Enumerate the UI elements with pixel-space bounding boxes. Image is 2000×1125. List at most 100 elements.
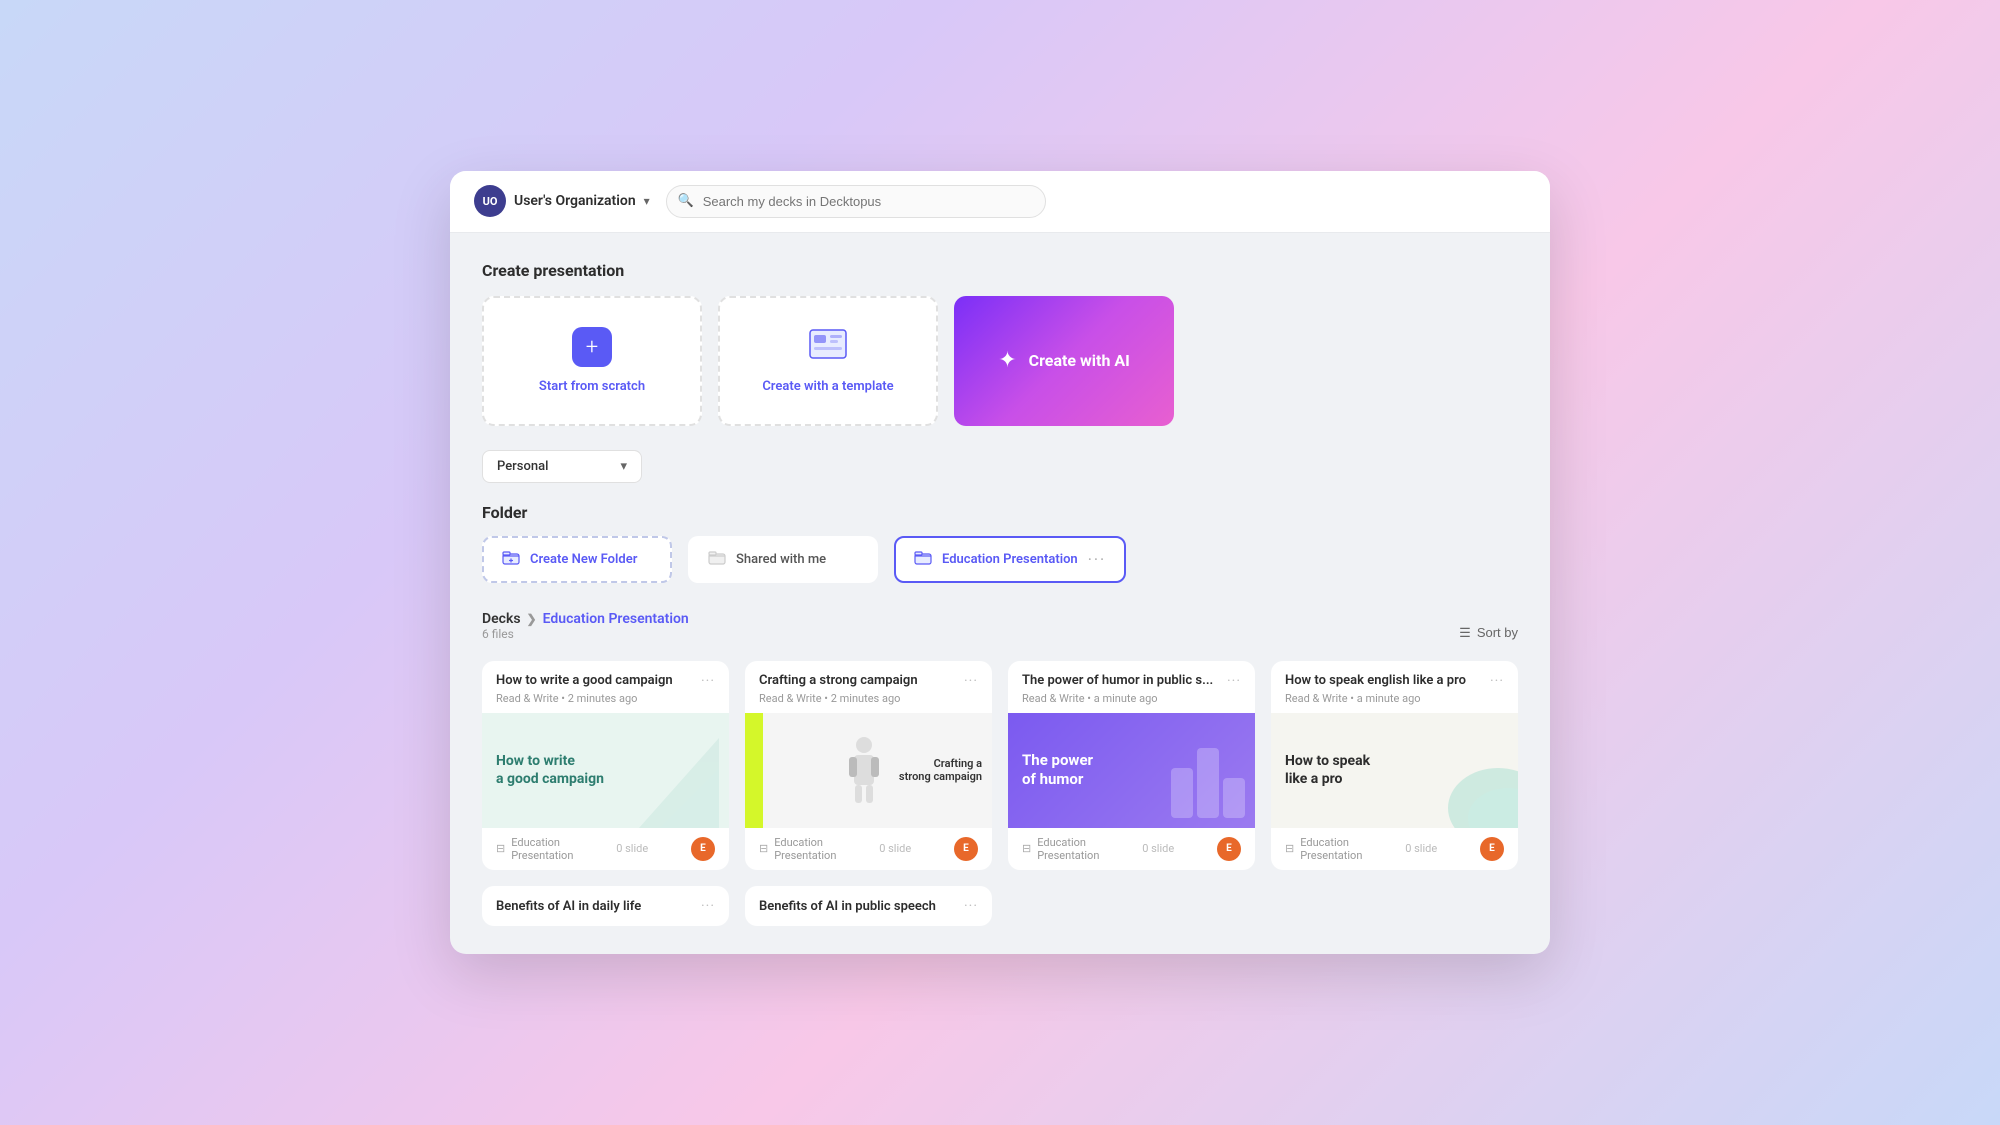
breadcrumb-arrow-icon: ❯ — [527, 612, 537, 626]
deck-4-thumb-text: How to speaklike a pro — [1285, 752, 1370, 788]
folder-plus-icon — [502, 550, 520, 569]
thumb-2-content: Crafting astrong campaign — [839, 735, 982, 805]
deck-grid: How to write a good campaign Read & Writ… — [482, 661, 1518, 870]
deck-3-folder: EducationPresentation — [1037, 836, 1099, 862]
deck-3-thumbnail: The powerof humor — [1008, 713, 1255, 828]
folder-menu-icon[interactable]: ··· — [1088, 550, 1107, 569]
create-new-folder-card[interactable]: Create New Folder — [482, 536, 672, 583]
plus-icon: + — [572, 327, 612, 367]
start-from-scratch-card[interactable]: + Start from scratch — [482, 296, 702, 426]
deck-4-more-icon[interactable]: ··· — [1490, 673, 1504, 689]
search-bar: 🔍 — [666, 185, 1046, 218]
decks-header: Decks ❯ Education Presentation 6 files ☰… — [482, 611, 1518, 655]
deck-card-3-header: The power of humor in public s... Read &… — [1008, 661, 1255, 713]
breadcrumb: Decks ❯ Education Presentation 6 files — [482, 611, 689, 655]
deck-card-3[interactable]: The power of humor in public s... Read &… — [1008, 661, 1255, 870]
deck-2-meta: Read & Write • 2 minutes ago — [759, 692, 918, 705]
education-presentation-folder[interactable]: Education Presentation ··· — [894, 536, 1126, 583]
org-avatar: UO — [474, 185, 506, 217]
file-count: 6 files — [482, 627, 689, 641]
folder-cards: Create New Folder Shared with me — [482, 536, 1518, 583]
decks-breadcrumb: Decks ❯ Education Presentation — [482, 611, 689, 627]
deck-card-2[interactable]: Crafting a strong campaign Read & Write … — [745, 661, 992, 870]
deck-2-avatar: E — [954, 837, 978, 861]
deck-3-more-icon[interactable]: ··· — [1227, 673, 1241, 689]
spacer — [1008, 886, 1255, 926]
deck-card-2-header: Crafting a strong campaign Read & Write … — [745, 661, 992, 713]
deck-folder-icon: ⊟ — [496, 842, 505, 855]
spacer2 — [1271, 886, 1518, 926]
thumb-2-figure — [839, 735, 889, 805]
education-folder-icon — [914, 550, 932, 569]
deck-4-avatar: E — [1480, 837, 1504, 861]
ai-label: Create with AI — [1029, 351, 1130, 370]
deck-2-slides: 0 slide — [879, 842, 911, 855]
thumb-2-bar — [745, 713, 763, 828]
thumb-3-shapes — [1171, 748, 1245, 818]
deck-3-slides: 0 slide — [1142, 842, 1174, 855]
org-name: User's Organization — [514, 193, 636, 209]
deck-5-title: Benefits of AI in daily life — [496, 899, 641, 914]
deck-1-folder: EducationPresentation — [511, 836, 573, 862]
chevron-down-icon: ▾ — [644, 194, 650, 208]
thumb-4-shape — [1428, 748, 1518, 828]
org-selector[interactable]: UO User's Organization ▾ — [474, 185, 650, 217]
create-cards: + Start from scratch Create with a templ… — [482, 296, 1518, 426]
deck-1-title: How to write a good campaign — [496, 673, 673, 690]
dropdown-chevron-icon: ▾ — [620, 459, 627, 474]
deck-2-more-icon[interactable]: ··· — [964, 673, 978, 689]
dropdown-value: Personal — [497, 459, 548, 474]
deck-4-folder: EducationPresentation — [1300, 836, 1362, 862]
deck-3-folder-info: ⊟ EducationPresentation — [1022, 836, 1099, 862]
shared-with-me-card[interactable]: Shared with me — [688, 536, 878, 583]
deck-3-meta: Read & Write • a minute ago — [1022, 692, 1213, 705]
breadcrumb-main: Decks — [482, 611, 521, 627]
sort-icon: ☰ — [1459, 625, 1471, 641]
deck-4-meta: Read & Write • a minute ago — [1285, 692, 1466, 705]
search-icon: 🔍 — [678, 194, 694, 209]
deck-2-folder-icon: ⊟ — [759, 842, 768, 855]
deck-1-more-icon[interactable]: ··· — [701, 673, 715, 689]
create-folder-label: Create New Folder — [530, 552, 637, 567]
search-input[interactable] — [666, 185, 1046, 218]
deck-4-folder-icon: ⊟ — [1285, 842, 1294, 855]
main-content: Create presentation + Start from scratch — [450, 233, 1550, 954]
deck-1-folder-info: ⊟ EducationPresentation — [496, 836, 573, 862]
deck-3-avatar: E — [1217, 837, 1241, 861]
deck-1-meta: Read & Write • 2 minutes ago — [496, 692, 673, 705]
deck-card-1[interactable]: How to write a good campaign Read & Writ… — [482, 661, 729, 870]
deck-4-slides: 0 slide — [1405, 842, 1437, 855]
deck-2-folder-info: ⊟ EducationPresentation — [759, 836, 836, 862]
deck-card-6[interactable]: Benefits of AI in public speech ··· — [745, 886, 992, 926]
deck-4-folder-info: ⊟ EducationPresentation — [1285, 836, 1362, 862]
app-window: UO User's Organization ▾ 🔍 Create presen… — [450, 171, 1550, 954]
create-with-template-card[interactable]: Create with a template — [718, 296, 938, 426]
deck-card-5[interactable]: Benefits of AI in daily life ··· — [482, 886, 729, 926]
bottom-decks: Benefits of AI in daily life ··· Benefit… — [482, 886, 1518, 926]
thumb-2-text: Crafting astrong campaign — [899, 757, 982, 783]
sort-button[interactable]: ☰ Sort by — [1459, 625, 1518, 641]
deck-1-footer: ⊟ EducationPresentation 0 slide E — [482, 828, 729, 870]
deck-card-4[interactable]: How to speak english like a pro Read & W… — [1271, 661, 1518, 870]
deck-4-thumbnail: How to speaklike a pro — [1271, 713, 1518, 828]
deck-3-thumb-text: The powerof humor — [1022, 751, 1093, 790]
deck-4-footer: ⊟ EducationPresentation 0 slide E — [1271, 828, 1518, 870]
deck-6-more-icon[interactable]: ··· — [964, 898, 978, 914]
scratch-label: Start from scratch — [539, 379, 645, 394]
deck-1-avatar: E — [691, 837, 715, 861]
shared-folder-icon — [708, 550, 726, 569]
deck-1-slides: 0 slide — [616, 842, 648, 855]
deck-2-thumbnail: Crafting astrong campaign — [745, 713, 992, 828]
deck-1-thumb-text: How to writea good campaign — [496, 752, 604, 788]
sparkle-icon: ✦ — [998, 348, 1016, 373]
template-icon — [808, 328, 848, 367]
deck-3-folder-icon: ⊟ — [1022, 842, 1031, 855]
deck-3-footer: ⊟ EducationPresentation 0 slide E — [1008, 828, 1255, 870]
thumb-1-shape — [639, 738, 719, 828]
personal-dropdown[interactable]: Personal ▾ — [482, 450, 642, 483]
deck-5-more-icon[interactable]: ··· — [701, 898, 715, 914]
create-with-ai-card[interactable]: ✦ Create with AI — [954, 296, 1174, 426]
sort-label: Sort by — [1477, 625, 1518, 640]
dropdown-row: Personal ▾ — [482, 450, 1518, 483]
deck-2-footer: ⊟ EducationPresentation 0 slide E — [745, 828, 992, 870]
